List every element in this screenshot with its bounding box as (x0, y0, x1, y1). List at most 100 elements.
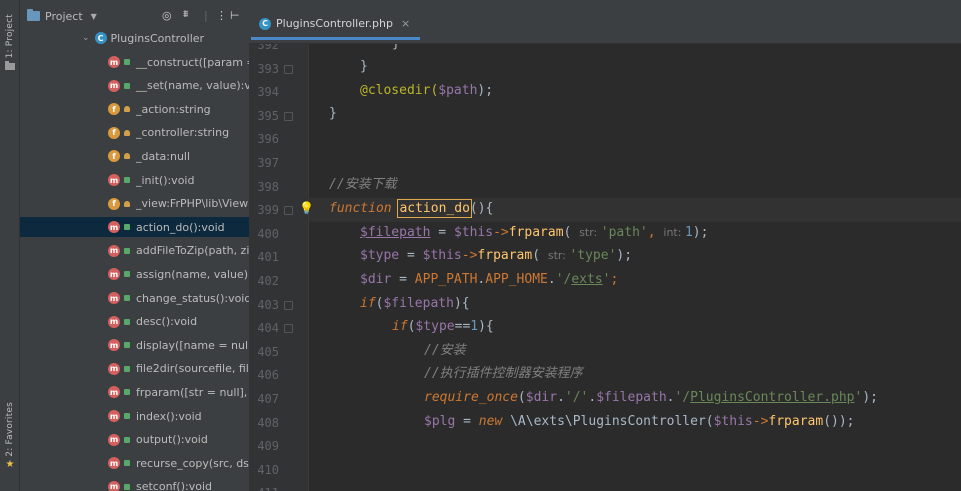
code-line-399: function action_do(){ (329, 199, 493, 218)
code-variable: $filepath (383, 296, 454, 311)
tree-node-method[interactable]: m desc():void (20, 312, 249, 332)
code-method: frparam (508, 225, 564, 240)
favorites-tool-tab[interactable]: 2: Favorites ★ (0, 402, 20, 470)
tree-node-method[interactable]: m display([name = null]): (20, 335, 249, 355)
public-access-icon (124, 389, 130, 396)
field-icon: f (108, 126, 120, 139)
tab-label: PluginsController.php (276, 17, 393, 30)
tree-node-label: file2dir(sourcefile, filen (136, 362, 249, 376)
code-token: . (557, 390, 565, 405)
code-token: = (430, 225, 454, 240)
fold-marker-icon[interactable] (284, 111, 293, 121)
code-token: ); (477, 83, 494, 98)
close-icon[interactable]: × (401, 17, 410, 30)
code-token: = (455, 414, 479, 429)
public-access-icon (124, 295, 130, 301)
fold-marker-icon[interactable] (284, 324, 293, 334)
tree-node-label: _view:FrPHP\lib\View (136, 197, 249, 211)
lightbulb-icon[interactable]: 💡 (299, 201, 314, 215)
tree-node-label: index():void (136, 409, 202, 423)
method-icon: m (108, 56, 120, 68)
tree-node-method[interactable]: m change_status():void (20, 288, 249, 308)
field-icon: f (108, 150, 120, 163)
tree-node-label: frparam([str = null], [in (136, 385, 249, 399)
tree-node-field[interactable]: f _controller:string (20, 123, 249, 143)
code-variable: $dir (360, 272, 392, 287)
code-line-405: //安装 (424, 342, 466, 360)
tree-node-method[interactable]: m frparam([str = null], [in (20, 382, 249, 402)
code-line-393: } (360, 58, 368, 76)
code-comment: //安装下载 (329, 177, 397, 192)
tree-node-label: _init():void (136, 173, 195, 187)
parameter-hint: str: (547, 249, 570, 262)
tree-node-label: assign(name, value):vo (136, 267, 249, 281)
code-token: } (360, 59, 368, 74)
more-options-icon[interactable]: ⋮ (216, 9, 227, 22)
tree-node-field[interactable]: f _data:null (20, 146, 249, 166)
code-keyword: new (478, 414, 503, 429)
parameter-hint: str: (579, 226, 601, 239)
public-access-icon (124, 342, 130, 349)
code-token: ){ (453, 296, 470, 311)
project-tool-tab[interactable]: 1: Project (0, 14, 20, 71)
method-icon: m (108, 386, 120, 399)
fold-marker-icon[interactable] (284, 206, 293, 216)
project-panel: Project ▼ ◎ ⩩ | ⋮ ⊢ ⌄ C PluginsControlle… (20, 0, 249, 491)
code-token: = (399, 248, 423, 263)
tree-node-class[interactable]: ⌄ C PluginsController (20, 28, 249, 48)
code-method: frparam (477, 248, 533, 263)
line-number: 398 (257, 179, 279, 194)
code-constant: APP_PATH (414, 272, 478, 287)
public-access-icon (124, 460, 130, 467)
tree-node-method[interactable]: m __construct([param = n (20, 52, 249, 72)
line-number: 397 (257, 156, 279, 170)
tree-node-method[interactable]: m assign(name, value):vo (20, 264, 249, 284)
code-token: ()); (823, 414, 855, 429)
tree-node-method[interactable]: m addFileToZip(path, zip (20, 241, 249, 261)
class-node-label: PluginsController (110, 31, 205, 45)
code-token: ( (563, 225, 580, 240)
locate-target-icon[interactable]: ◎ (162, 9, 172, 22)
project-view-selector[interactable]: Project (45, 10, 83, 23)
tree-node-method[interactable]: m __set(name, value):void (20, 76, 249, 96)
chevron-down-icon[interactable]: ⌄ (82, 33, 90, 43)
tree-node-method[interactable]: m output():void (20, 430, 249, 450)
collapse-all-icon[interactable]: ⩩ (183, 9, 188, 20)
tree-node-field[interactable]: f _view:FrPHP\lib\View (20, 194, 249, 214)
chevron-down-icon[interactable]: ▼ (91, 12, 97, 21)
line-number: 404 (257, 321, 279, 336)
code-string: PluginsController.php (690, 390, 855, 405)
code-method: frparam (768, 414, 824, 429)
tree-node-method[interactable]: m _init():void (20, 170, 249, 190)
code-variable: $type (360, 248, 400, 263)
project-folder-icon (27, 9, 40, 21)
code-line-407: require_once($dir.'/'.$filepath.'/Plugin… (424, 389, 878, 407)
code-string: '/ (555, 272, 572, 287)
fold-marker-icon[interactable] (284, 300, 293, 310)
method-icon: m (108, 480, 120, 491)
hide-panel-icon[interactable]: ⊢ (230, 9, 240, 22)
fold-marker-icon[interactable] (284, 64, 293, 74)
line-number: 403 (257, 297, 279, 312)
tree-node-label: output():void (136, 433, 208, 447)
method-icon: m (108, 339, 120, 352)
code-variable: $this (422, 248, 462, 263)
method-icon: m (108, 268, 120, 281)
code-editor[interactable]: 392 393 394 395 396 397 398 399 400 401 402 403 404 4… (249, 44, 961, 491)
project-tool-tab-label: 1: Project (5, 14, 15, 59)
tree-node-method[interactable]: m setconf():void (20, 477, 249, 491)
tree-node-method[interactable]: m index():void (20, 406, 249, 426)
function-name[interactable]: action_do (397, 199, 472, 218)
divider: | (204, 9, 208, 22)
line-number: 406 (257, 368, 279, 383)
tree-node-field[interactable]: f _action:string (20, 99, 249, 119)
code-string: '/' (564, 390, 589, 405)
tree-node-method[interactable]: m file2dir(sourcefile, filen (20, 359, 249, 379)
line-number: 395 (257, 108, 279, 123)
line-number: 410 (257, 462, 279, 477)
code-variable: $type (415, 319, 455, 334)
tree-node-method[interactable]: m recurse_copy(src, dst): (20, 453, 249, 473)
tree-node-method[interactable]: m action_do():void (20, 217, 249, 238)
tree-node-label: action_do():void (136, 220, 225, 234)
tab-pluginscontroller[interactable]: C PluginsController.php × (251, 10, 421, 40)
